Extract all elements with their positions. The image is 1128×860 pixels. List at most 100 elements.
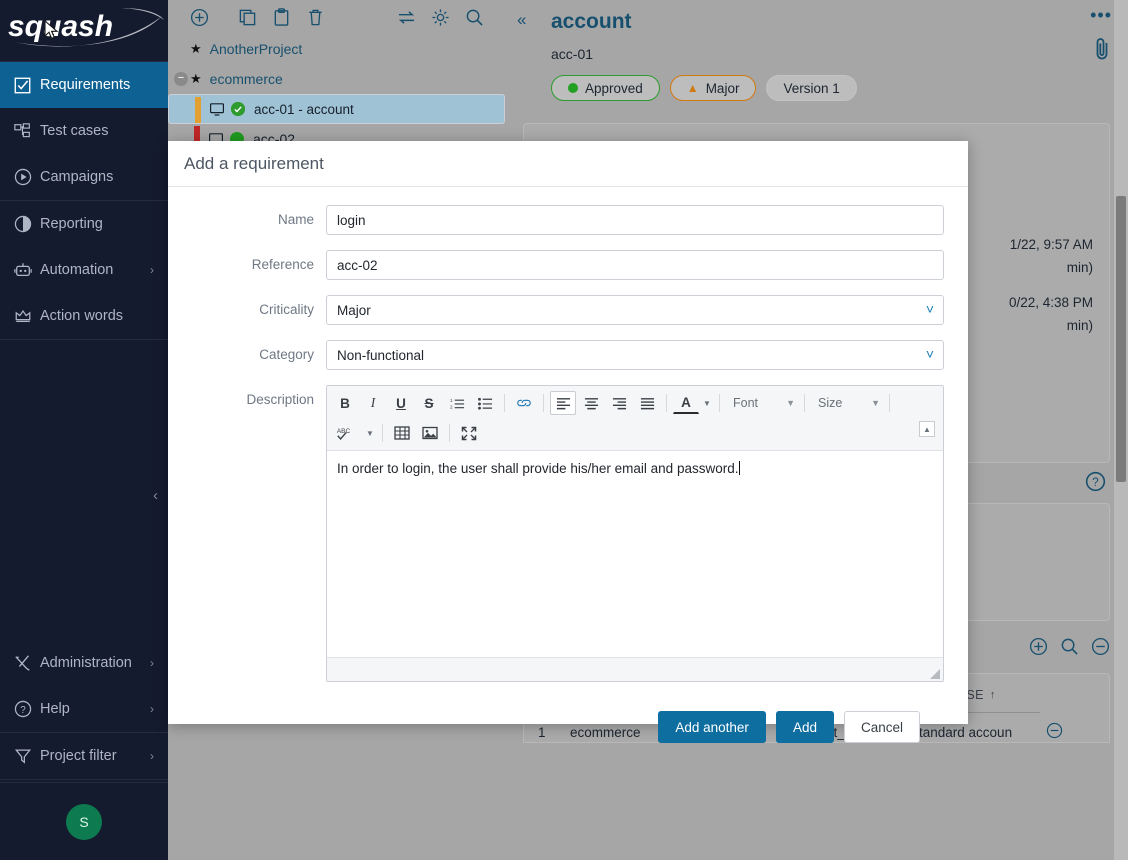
sidebar-item-action-words[interactable]: Action words [0,293,168,339]
search-icon[interactable] [457,2,491,32]
editor-footer [327,657,943,681]
align-center-button[interactable] [578,391,604,415]
size-dropdown[interactable]: Size ▼ [810,391,884,415]
text-color-dropdown-icon[interactable]: ▼ [701,391,713,415]
brand-logo[interactable]: squash [0,0,168,62]
italic-button[interactable]: I [360,391,386,415]
sidebar-item-label: Reporting [40,216,168,232]
avatar[interactable]: S [66,804,102,840]
fullscreen-button[interactable] [456,421,482,445]
more-options-icon[interactable]: ••• [1090,10,1112,20]
chevron-right-icon: › [150,702,154,716]
editor-toolbar-row-2: ABC ▼ [331,418,939,448]
field-row-name: Name [192,205,944,235]
status-badge-label: Approved [585,81,643,96]
tree-node-label: acc-01 - account [254,102,354,117]
collapse-node-icon[interactable]: − [174,72,188,86]
sidebar-collapse-button[interactable]: ‹ [0,478,168,512]
copy-icon[interactable] [230,2,264,32]
image-button[interactable] [417,421,443,445]
add-button[interactable]: Add [776,711,834,743]
tree-node-ecommerce[interactable]: − ★ ecommerce [168,64,505,94]
name-input[interactable] [326,205,944,235]
category-label: Category [192,340,326,362]
field-row-criticality: Criticality UndefinedMinorMajorCritical … [192,295,944,325]
criticality-badge[interactable]: ▲ Major [670,75,757,101]
sidebar-item-campaigns[interactable]: Campaigns [0,154,168,200]
user-avatar-area: S [0,782,168,860]
align-left-button[interactable] [550,391,576,415]
svg-text:ABC: ABC [337,428,351,435]
toolbar-collapse-button[interactable]: ▲ [919,421,935,437]
tree-node-list: ★ AnotherProject − ★ ecommerce acc-01 - … [168,34,505,154]
category-select[interactable]: UndefinedFunctionalNon-functionalUse cas… [326,340,944,370]
name-label: Name [192,205,326,227]
cancel-button[interactable]: Cancel [844,711,920,743]
description-text: In order to login, the user shall provid… [337,461,738,476]
sidebar-item-administration[interactable]: Administration › [0,640,168,686]
add-icon[interactable] [182,2,216,32]
justify-button[interactable] [634,391,660,415]
description-label: Description [192,385,326,407]
scrollbar-thumb[interactable] [1116,196,1126,482]
star-icon: ★ [190,41,202,57]
sidebar-bottom-group: Administration › ? Help › Project filter [0,640,168,780]
row-remove-icon[interactable] [1040,713,1063,742]
paste-icon[interactable] [264,2,298,32]
sidebar-item-test-cases[interactable]: Test cases [0,108,168,154]
sidebar-item-label: Project filter [40,748,150,764]
dialog-body: Name Reference Criticality UndefinedMino… [168,187,968,743]
bold-button[interactable]: B [332,391,358,415]
page-scrollbar[interactable] [1114,0,1128,860]
strikethrough-button[interactable]: S [416,391,442,415]
criticality-select[interactable]: UndefinedMinorMajorCritical [326,295,944,325]
help-circle-icon[interactable]: ? [1085,471,1106,497]
link-button[interactable] [511,391,537,415]
reference-input[interactable] [326,250,944,280]
sidebar-item-reporting[interactable]: Reporting [0,201,168,247]
field-row-description: Description B I U S 12 [192,385,944,682]
star-icon: ★ [190,71,202,87]
play-circle-icon [14,167,40,187]
table-button[interactable] [389,421,415,445]
align-right-button[interactable] [606,391,632,415]
status-badge[interactable]: Approved [551,75,660,101]
rich-text-editor: B I U S 12 [326,385,944,682]
sidebar-item-automation[interactable]: Automation › [0,247,168,293]
panel-collapse-icon[interactable]: « [517,10,526,30]
detail-header: « account acc-01 ••• Approved ▲ Major Ve… [505,0,1128,101]
criticality-label: Criticality [192,295,326,317]
spellcheck-dropdown-icon[interactable]: ▼ [364,421,376,445]
underline-button[interactable]: U [388,391,414,415]
add-another-button[interactable]: Add another [658,711,766,743]
gear-icon[interactable] [423,2,457,32]
add-association-icon[interactable] [1029,637,1048,661]
remove-association-icon[interactable] [1091,637,1110,661]
sidebar-item-requirements[interactable]: Requirements [0,62,168,108]
squash-logo-icon: squash [4,2,168,60]
transfer-icon[interactable] [389,2,423,32]
size-dropdown-label: Size [818,396,871,410]
editor-resize-handle[interactable] [930,669,940,679]
attachment-icon[interactable] [1092,36,1112,67]
sidebar-item-help[interactable]: ? Help › [0,686,168,732]
bulleted-list-button[interactable] [472,391,498,415]
version-badge[interactable]: Version 1 [766,75,856,101]
search-icon[interactable] [1060,637,1079,661]
text-color-button[interactable]: A [673,392,699,414]
reference-label: Reference [192,250,326,272]
tree-node-anotherproject[interactable]: ★ AnotherProject [168,34,505,64]
sidebar-item-label: Help [40,701,150,717]
delete-icon[interactable] [298,2,332,32]
tree-node-label: AnotherProject [210,41,303,57]
requirement-reference: acc-01 [551,46,1112,62]
spellcheck-button[interactable]: ABC [332,421,362,445]
mouse-cursor-icon [44,20,60,42]
numbered-list-button[interactable]: 12 [444,391,470,415]
description-editor-area[interactable]: In order to login, the user shall provid… [327,451,943,657]
sidebar-item-label: Automation [40,262,150,278]
sidebar-item-label: Test cases [40,123,168,139]
font-dropdown[interactable]: Font ▼ [725,391,799,415]
sidebar-item-project-filter[interactable]: Project filter › [0,733,168,779]
tree-node-acc-01[interactable]: acc-01 - account [168,94,505,124]
